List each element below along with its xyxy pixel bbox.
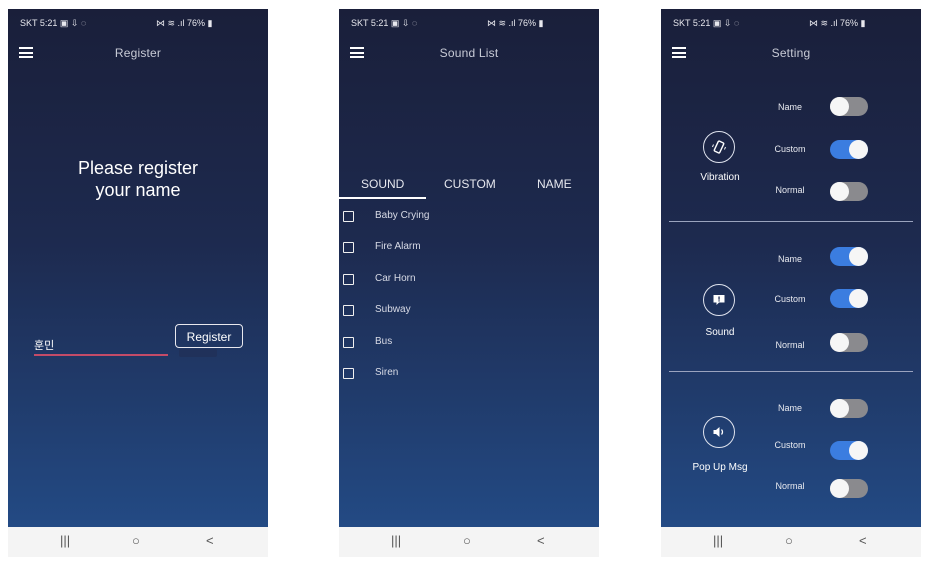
sound-alert-icon xyxy=(703,284,735,316)
status-bar: SKT 5:21 ▣ ⇩ ◌ ⋈ ≋ .ıl 76% ▮ xyxy=(351,18,587,32)
status-right: ⋈ ≋ .ıl 76% ▮ xyxy=(156,18,213,28)
option-label: Custom xyxy=(774,294,806,304)
group-label-sound: Sound xyxy=(705,327,735,338)
page-title: Sound List xyxy=(439,46,499,60)
option-label: Name xyxy=(777,254,802,264)
active-tab-indicator xyxy=(339,197,426,199)
toggle-popup-custom[interactable] xyxy=(830,441,868,460)
page-title: Setting xyxy=(771,46,811,60)
home-icon[interactable]: ○ xyxy=(132,533,140,548)
checkbox[interactable] xyxy=(343,368,354,379)
recents-icon[interactable]: ||| xyxy=(713,533,723,548)
sound-label: Baby Crying xyxy=(375,210,430,221)
phone-sound-list: SKT 5:21 ▣ ⇩ ◌ ⋈ ≋ .ıl 76% ▮ Sound List … xyxy=(339,9,599,557)
back-icon[interactable]: < xyxy=(206,533,214,548)
sound-label: Car Horn xyxy=(375,273,416,284)
checkbox[interactable] xyxy=(343,242,354,253)
option-label: Normal xyxy=(775,185,805,195)
status-left: SKT 5:21 ▣ ⇩ ◌ xyxy=(673,18,740,28)
divider xyxy=(669,371,913,372)
prompt-line-1: Please register xyxy=(77,158,199,178)
home-icon[interactable]: ○ xyxy=(463,533,471,548)
sound-label: Fire Alarm xyxy=(375,241,421,252)
status-left: SKT 5:21 ▣ ⇩ ◌ xyxy=(20,18,87,28)
checkbox[interactable] xyxy=(343,274,354,285)
nav-bar: ||| ○ < xyxy=(339,527,599,557)
register-screen: SKT 5:21 ▣ ⇩ ◌ ⋈ ≋ .ıl 76% ▮ Register Pl… xyxy=(8,9,268,527)
status-left: SKT 5:21 ▣ ⇩ ◌ xyxy=(351,18,418,28)
option-label: Custom xyxy=(774,440,806,450)
option-label: Normal xyxy=(775,481,805,491)
sound-label: Subway xyxy=(375,304,411,315)
option-label: Normal xyxy=(775,340,805,350)
toggle-vibration-name[interactable] xyxy=(830,97,868,116)
recents-icon[interactable]: ||| xyxy=(60,533,70,548)
nav-bar: ||| ○ < xyxy=(661,527,921,557)
checkbox[interactable] xyxy=(343,211,354,222)
sound-list-screen: SKT 5:21 ▣ ⇩ ◌ ⋈ ≋ .ıl 76% ▮ Sound List … xyxy=(339,9,599,527)
status-right: ⋈ ≋ .ıl 76% ▮ xyxy=(809,18,866,28)
home-icon[interactable]: ○ xyxy=(785,533,793,548)
button-shadow xyxy=(179,349,217,357)
status-right: ⋈ ≋ .ıl 76% ▮ xyxy=(487,18,544,28)
name-input[interactable] xyxy=(34,337,168,356)
phone-register: SKT 5:21 ▣ ⇩ ◌ ⋈ ≋ .ıl 76% ▮ Register Pl… xyxy=(8,9,268,557)
tab-custom[interactable]: CUSTOM xyxy=(444,177,496,191)
back-icon[interactable]: < xyxy=(859,533,867,548)
setting-screen: SKT 5:21 ▣ ⇩ ◌ ⋈ ≋ .ıl 76% ▮ Setting Vib… xyxy=(661,9,921,527)
sound-label: Siren xyxy=(375,367,399,378)
toggle-vibration-custom[interactable] xyxy=(830,140,868,159)
prompt-line-2: your name xyxy=(95,180,181,200)
page-title: Register xyxy=(114,46,162,60)
status-bar: SKT 5:21 ▣ ⇩ ◌ ⋈ ≋ .ıl 76% ▮ xyxy=(673,18,909,32)
back-icon[interactable]: < xyxy=(537,533,545,548)
option-label: Custom xyxy=(774,144,806,154)
register-button[interactable]: Register xyxy=(175,324,243,348)
checkbox[interactable] xyxy=(343,337,354,348)
nav-bar: ||| ○ < xyxy=(8,527,268,557)
toggle-vibration-normal[interactable] xyxy=(830,182,868,201)
phone-setting: SKT 5:21 ▣ ⇩ ◌ ⋈ ≋ .ıl 76% ▮ Setting Vib… xyxy=(661,9,921,557)
tab-sound[interactable]: SOUND xyxy=(361,177,404,191)
divider xyxy=(669,221,913,222)
toggle-sound-name[interactable] xyxy=(830,247,868,266)
recents-icon[interactable]: ||| xyxy=(391,533,401,548)
group-label-popup: Pop Up Msg xyxy=(692,462,748,473)
status-bar: SKT 5:21 ▣ ⇩ ◌ ⋈ ≋ .ıl 76% ▮ xyxy=(20,18,256,32)
checkbox[interactable] xyxy=(343,305,354,316)
register-prompt: Please register your name xyxy=(8,157,268,201)
speaker-icon xyxy=(703,416,735,448)
option-label: Name xyxy=(777,403,802,413)
tab-name[interactable]: NAME xyxy=(537,177,572,191)
toggle-popup-normal[interactable] xyxy=(830,479,868,498)
sound-label: Bus xyxy=(375,336,393,347)
group-label-vibration: Vibration xyxy=(700,172,740,183)
toggle-sound-custom[interactable] xyxy=(830,289,868,308)
option-label: Name xyxy=(777,102,802,112)
toggle-sound-normal[interactable] xyxy=(830,333,868,352)
vibration-icon xyxy=(703,131,735,163)
toggle-popup-name[interactable] xyxy=(830,399,868,418)
